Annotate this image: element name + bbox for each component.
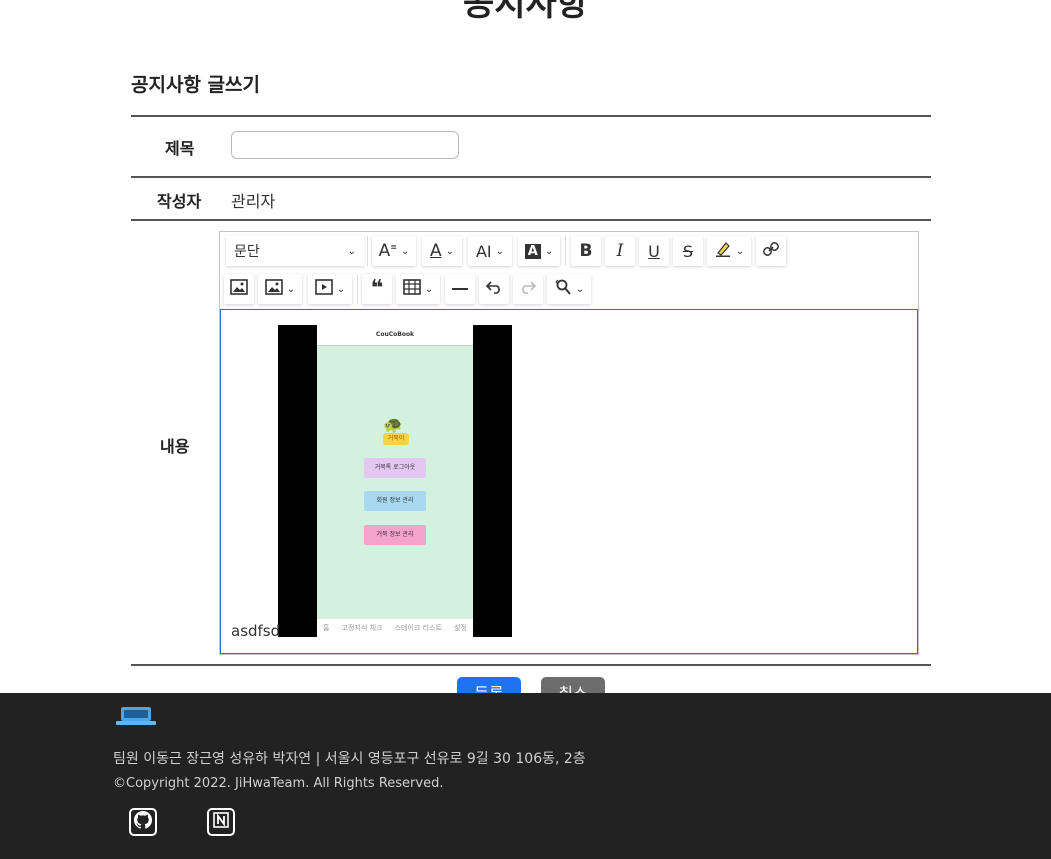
highlight-icon [714,240,732,262]
embedded-app-screen: CouCoBook 🐢 거북이 거북톡 로그아웃 회원 정보 관리 거북 정보 … [317,325,473,637]
font-size-button[interactable]: A≡ ⌄ [372,236,416,266]
link-icon [762,240,780,262]
footer: 팀원 이동근 장근영 성유하 박자연 | 서울시 영등포구 선유로 9길 30 … [0,693,1051,859]
chevron-down-icon: ⌄ [286,283,296,295]
toolbar-separator [357,274,358,304]
media-embed-icon [314,279,333,299]
divider [131,219,931,221]
page-title: 공지사항 [462,0,589,24]
highlight-button[interactable]: ⌄ [707,236,751,266]
link-button[interactable] [756,236,786,266]
italic-icon: I [616,241,624,261]
heading-select[interactable]: 문단 ⌄ [226,236,364,266]
horizontal-line-button[interactable] [445,274,475,304]
blockquote-button[interactable]: ❝ [362,274,392,304]
image-insert-button[interactable]: ⌄ [258,274,302,304]
embedded-bottom-nav: 홈 고정지식 체크 스테이크 리스트 설정 [317,619,473,637]
chevron-down-icon: ⌄ [445,245,455,257]
table-icon [402,279,421,299]
strikethrough-icon: S [682,241,694,261]
underline-button[interactable]: U [639,236,669,266]
bold-button[interactable]: B [571,236,601,266]
footer-copyright: ©Copyright 2022. JiHwaTeam. All Rights R… [113,776,444,791]
github-link[interactable] [129,808,157,836]
footer-team-info: 팀원 이동근 장근영 성유하 박자연 | 서울시 영등포구 선유로 9길 30 … [113,751,586,767]
toolbar-separator [565,236,566,266]
find-replace-button[interactable]: ⌄ [547,274,591,304]
blockquote-icon: ❝ [370,276,384,301]
chevron-down-icon: ⌄ [544,245,554,257]
underline-icon: U [648,241,660,261]
embedded-nav-item: 설정 [454,624,467,632]
chevron-down-icon: ⌄ [400,245,410,257]
font-color-button[interactable]: A ⌄ [422,236,462,266]
heading-select-value: 문단 [234,244,260,260]
font-family-icon: AI [475,241,492,261]
bold-icon: B [579,241,593,261]
embedded-image: CouCoBook 🐢 거북이 거북톡 로그아웃 회원 정보 관리 거북 정보 … [278,325,512,637]
embedded-logo-text: 거북이 [383,433,409,445]
embedded-button-3: 거북 정보 관리 [364,525,426,545]
editor-toolbar: 문단 ⌄ A≡ ⌄ A ⌄ AI ⌄ A ⌄ B I U S ⌄ ⌄ ⌄ ❝ ⌄… [220,232,918,309]
chevron-down-icon: ⌄ [424,283,434,295]
title-label: 제목 [165,139,195,158]
laptop-logo-icon [115,705,157,727]
media-embed-button[interactable]: ⌄ [308,274,352,304]
embedded-nav-item: 고정지식 체크 [341,624,383,632]
chevron-down-icon: ⌄ [347,245,356,257]
strikethrough-button[interactable]: S [673,236,703,266]
embedded-nav-item: 스테이크 리스트 [394,624,442,632]
background-color-button[interactable]: A ⌄ [518,236,560,266]
font-size-icon: A≡ [378,241,397,261]
chevron-down-icon: ⌄ [575,283,585,295]
divider [131,115,931,117]
undo-button[interactable] [479,274,509,304]
rich-text-editor: 문단 ⌄ A≡ ⌄ A ⌄ AI ⌄ A ⌄ B I U S ⌄ ⌄ ⌄ ❝ ⌄… [219,231,919,655]
image-insert-icon [264,279,283,299]
content-label: 내용 [160,437,190,456]
turtle-logo-icon: 🐢 [383,415,403,434]
redo-button[interactable] [513,274,543,304]
writer-label: 작성자 [157,192,202,211]
table-button[interactable]: ⌄ [396,274,440,304]
notion-link[interactable] [207,808,235,836]
embedded-nav-item: 홈 [323,624,330,632]
divider [131,664,931,666]
redo-icon [519,280,537,298]
divider [131,176,931,178]
writer-value: 관리자 [231,192,276,211]
embedded-button-1: 거북톡 로그아웃 [364,458,426,478]
font-color-icon: A [429,241,442,261]
github-icon [134,811,153,833]
title-input[interactable] [231,131,459,159]
content-text: asdfsd [231,622,281,640]
notion-icon [212,811,230,833]
chevron-down-icon: ⌄ [735,245,745,257]
horizontal-line-icon [452,288,468,290]
chevron-down-icon: ⌄ [495,245,505,257]
image-upload-icon [230,279,248,299]
undo-icon [485,280,503,298]
find-replace-icon [554,278,572,300]
embedded-app-title: CouCoBook [317,325,473,346]
font-family-button[interactable]: AI ⌄ [468,236,512,266]
embedded-button-2: 회원 정보 관리 [364,491,426,511]
italic-button[interactable]: I [605,236,635,266]
background-color-icon: A [524,243,541,259]
toolbar-separator [367,236,368,266]
image-upload-button[interactable] [224,274,254,304]
editor-content-area[interactable]: CouCoBook 🐢 거북이 거북톡 로그아웃 회원 정보 관리 거북 정보 … [220,309,918,654]
form-subtitle: 공지사항 글쓰기 [131,74,260,96]
chevron-down-icon: ⌄ [336,283,346,295]
